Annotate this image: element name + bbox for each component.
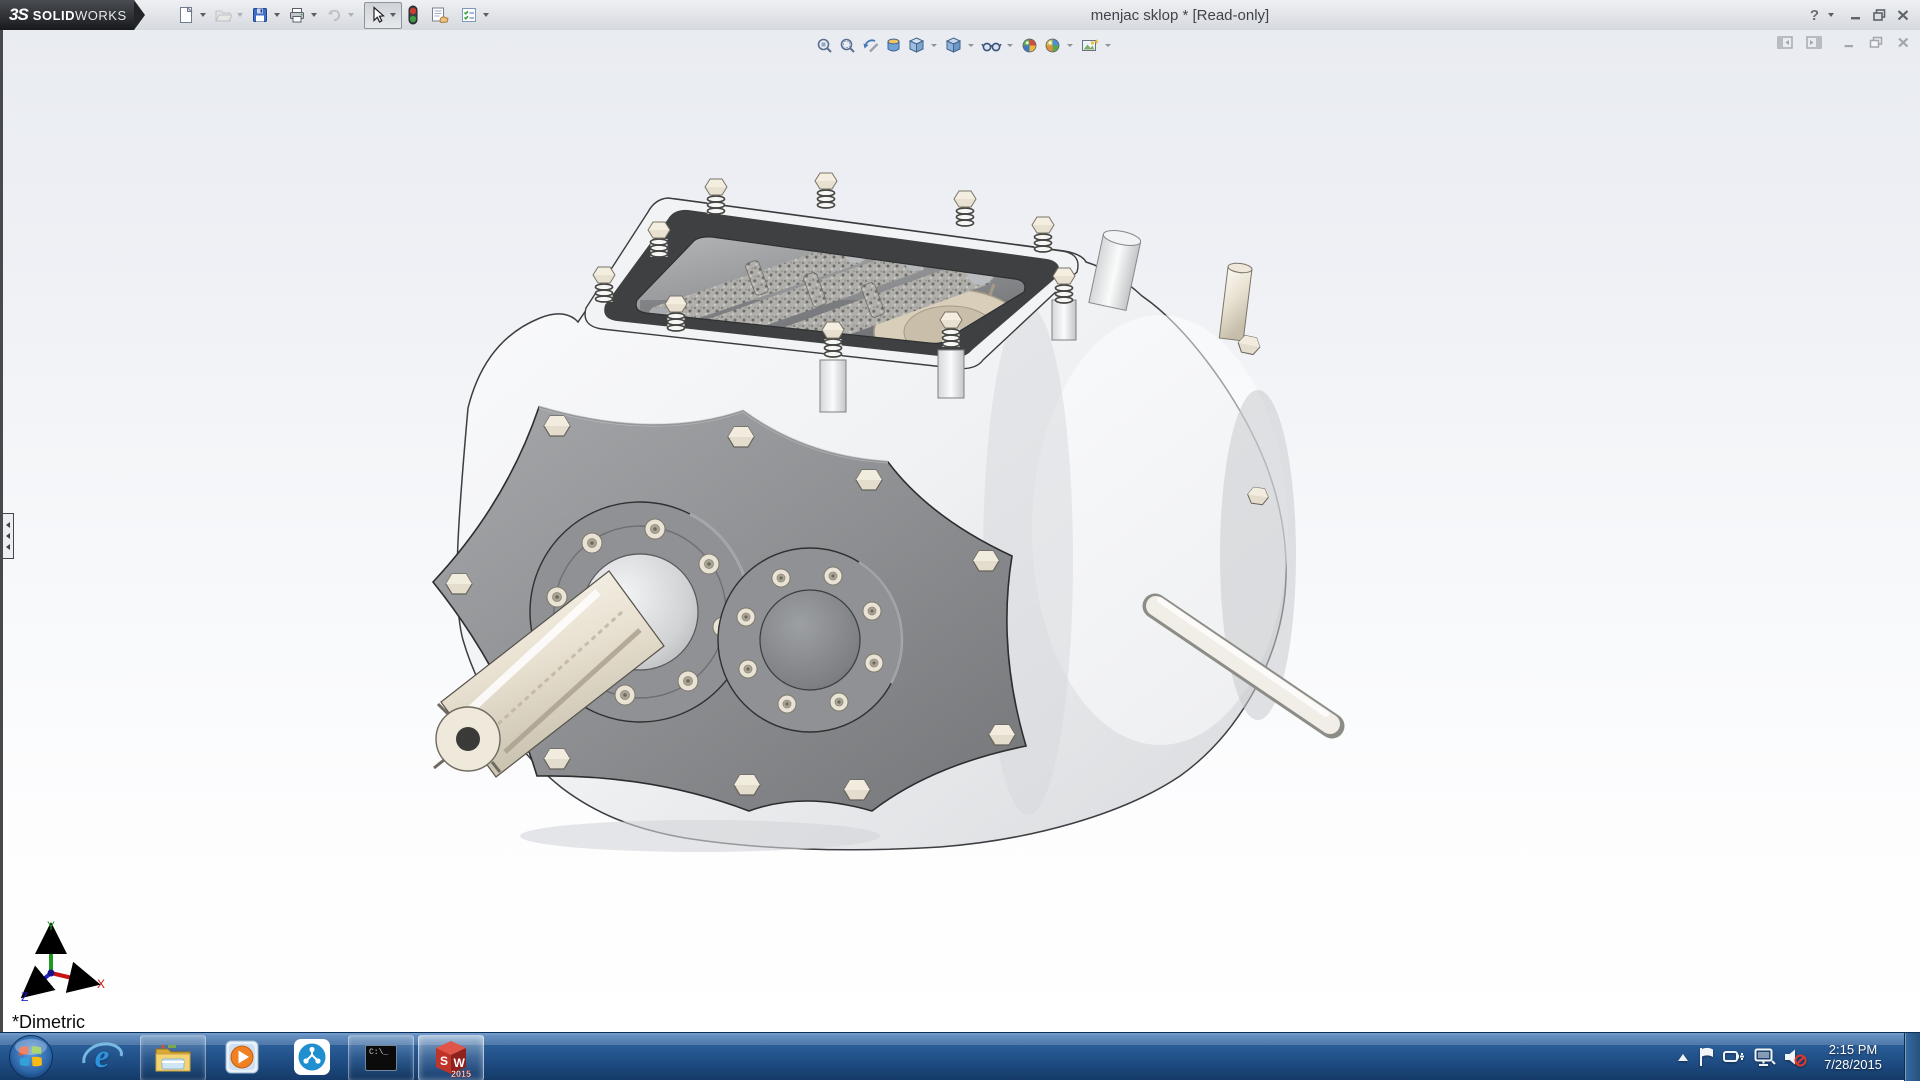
undo-icon bbox=[325, 6, 343, 24]
volume-muted-icon[interactable] bbox=[1780, 1047, 1810, 1067]
triad-x-label: X bbox=[97, 977, 105, 991]
help-button[interactable]: ? bbox=[1810, 7, 1819, 24]
help-dropdown[interactable] bbox=[1828, 13, 1834, 17]
open-button[interactable] bbox=[213, 2, 233, 28]
title-bar: 3S SOLIDWORKS bbox=[0, 0, 1920, 31]
taskbar-internet-explorer[interactable]: e bbox=[70, 1035, 134, 1079]
taskbar-share-app[interactable] bbox=[280, 1035, 344, 1079]
select-cursor-icon bbox=[368, 6, 386, 24]
select-button[interactable] bbox=[367, 2, 387, 28]
gearbox-assembly-model[interactable] bbox=[0, 30, 1920, 1032]
solidworks-icon: S W 2015 bbox=[431, 1038, 471, 1078]
open-dropdown[interactable] bbox=[237, 13, 243, 17]
solidworks-logo: 3S SOLIDWORKS bbox=[0, 0, 134, 30]
power-plug-icon[interactable] bbox=[1720, 1048, 1750, 1066]
minimize-button[interactable] bbox=[1849, 8, 1863, 22]
print-dropdown[interactable] bbox=[311, 13, 317, 17]
taskbar-windows-media-player[interactable] bbox=[210, 1035, 274, 1079]
windows-media-player-icon bbox=[223, 1038, 261, 1076]
undo-button[interactable] bbox=[324, 2, 344, 28]
rebuild-button[interactable] bbox=[405, 2, 421, 28]
taskbar: e C:\_ bbox=[0, 1032, 1920, 1080]
print-button[interactable] bbox=[287, 2, 307, 28]
solidworks-letter-s: S bbox=[440, 1054, 448, 1068]
brand-text-light: WORKS bbox=[75, 8, 127, 23]
top-shaft-stub bbox=[1219, 262, 1252, 341]
close-button[interactable] bbox=[1896, 8, 1910, 22]
print-icon bbox=[288, 6, 306, 24]
model-viewport[interactable]: Y X Z *Dimetric bbox=[0, 30, 1920, 1032]
clock-date: 7/28/2015 bbox=[1810, 1057, 1896, 1072]
view-orientation-label: *Dimetric bbox=[12, 1012, 85, 1032]
triad-y-label: Y bbox=[47, 920, 55, 933]
new-document-icon bbox=[177, 6, 195, 24]
brand-text-bold: SOLID bbox=[33, 8, 75, 23]
show-desktop-button[interactable] bbox=[1904, 1033, 1920, 1081]
solidworks-letter-w: W bbox=[454, 1056, 466, 1070]
share-app-icon bbox=[292, 1037, 332, 1077]
taskbar-clock[interactable]: 2:15 PM 7/28/2015 bbox=[1810, 1042, 1896, 1072]
undo-dropdown[interactable] bbox=[348, 13, 354, 17]
show-hidden-icons-button[interactable] bbox=[1672, 1053, 1694, 1062]
save-dropdown[interactable] bbox=[274, 13, 280, 17]
action-center-flag-icon[interactable] bbox=[1694, 1047, 1720, 1067]
system-tray: 2:15 PM 7/28/2015 bbox=[1672, 1033, 1920, 1081]
output-bearing-boss bbox=[718, 548, 902, 732]
new-document-button[interactable] bbox=[176, 2, 196, 28]
clock-time: 2:15 PM bbox=[1810, 1042, 1896, 1057]
new-document-dropdown[interactable] bbox=[200, 13, 206, 17]
brand-flyout-arrow[interactable] bbox=[134, 0, 145, 30]
taskbar-command-prompt[interactable]: C:\_ bbox=[348, 1035, 414, 1081]
network-display-icon[interactable] bbox=[1750, 1048, 1780, 1067]
restore-button[interactable] bbox=[1872, 8, 1887, 22]
select-tool-group bbox=[364, 2, 402, 29]
taskbar-solidworks[interactable]: S W 2015 bbox=[418, 1035, 484, 1081]
select-dropdown[interactable] bbox=[390, 13, 396, 17]
window-controls: ? bbox=[1810, 0, 1910, 30]
windows-explorer-icon bbox=[154, 1042, 192, 1074]
start-button[interactable] bbox=[8, 1034, 54, 1080]
save-button[interactable] bbox=[250, 2, 270, 28]
open-icon bbox=[214, 6, 232, 24]
solidworks-year: 2015 bbox=[451, 1069, 471, 1078]
document-title: menjac sklop * [Read-only] bbox=[440, 0, 1920, 30]
brand-mark: 3S bbox=[9, 5, 28, 25]
rebuild-icon bbox=[406, 5, 420, 25]
internet-explorer-orbit bbox=[80, 1037, 124, 1077]
triad-z-label: Z bbox=[21, 990, 28, 1004]
command-prompt-icon: C:\_ bbox=[365, 1045, 397, 1071]
reference-triad: Y X Z bbox=[19, 920, 109, 1008]
save-icon bbox=[251, 6, 269, 24]
taskbar-windows-explorer[interactable] bbox=[140, 1035, 206, 1081]
